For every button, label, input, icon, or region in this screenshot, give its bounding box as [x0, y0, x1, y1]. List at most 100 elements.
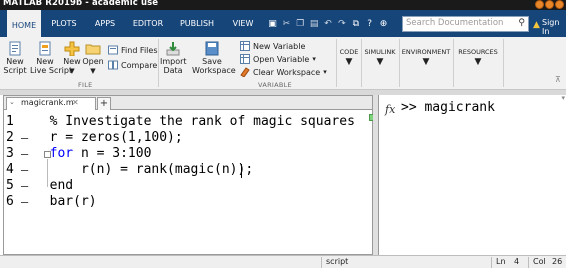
- command-window[interactable]: fx >> magicrank ▾: [378, 94, 566, 255]
- breakpoint-dash[interactable]: –: [21, 147, 28, 161]
- status-col-label: Col: [533, 257, 546, 266]
- toolstrip-tabs: HOME PLOTS APPS EDITOR PUBLISH VIEW ▣ ✂ …: [0, 10, 566, 37]
- function-browser-icon[interactable]: fx: [385, 103, 395, 116]
- folder-icon: [85, 44, 101, 55]
- new-script-icon: [9, 41, 21, 56]
- find-files-button[interactable]: Find Files: [108, 45, 158, 55]
- ribbon: New Script New Live Script New ▼ Open ▼ …: [0, 37, 566, 90]
- search-icon[interactable]: ⚲: [518, 18, 525, 28]
- line-number: 2: [6, 130, 14, 145]
- minimize-button[interactable]: [535, 0, 544, 9]
- new-dropdown-chevron-icon[interactable]: ▼: [69, 67, 74, 75]
- copy-icon[interactable]: ❐: [296, 19, 305, 30]
- save-icon[interactable]: ▣: [268, 19, 277, 30]
- editor-tabs: ⌄ magicrank.m ✕ +: [4, 96, 372, 110]
- code-line: r(n) = rank(magic(n));: [34, 162, 254, 177]
- new-plus-icon: [64, 41, 80, 56]
- import-data-icon: [166, 42, 180, 56]
- save-workspace-button[interactable]: Save Workspace: [192, 41, 236, 75]
- for-range-text: n = 3:100: [73, 146, 152, 161]
- find-files-label: Find Files: [121, 45, 158, 55]
- ribbon-separator: [503, 39, 504, 87]
- resources-section-button[interactable]: RESOURCES ▼: [454, 47, 502, 67]
- import-data-button[interactable]: Import Data: [160, 41, 187, 75]
- collapse-ribbon-icon[interactable]: ⊼: [555, 75, 561, 84]
- quick-access-toolbar: ▣ ✂ ❐ ▤ ↶ ↷ ⧉ ? ⊕: [268, 16, 388, 33]
- compare-icon: [108, 60, 118, 70]
- find-files-icon: [108, 45, 118, 55]
- search-documentation-input[interactable]: Search Documentation ⚲: [402, 16, 529, 32]
- new-variable-icon: [240, 41, 250, 51]
- new-live-script-button[interactable]: New Live Script: [30, 41, 72, 75]
- close-tab-icon[interactable]: ✕: [72, 98, 79, 107]
- clear-workspace-label: Clear Workspace: [253, 67, 321, 77]
- simulink-section-button[interactable]: SIMULINK ▼: [362, 47, 398, 67]
- new-button[interactable]: New ▼: [62, 41, 82, 76]
- redo-icon[interactable]: ↷: [337, 19, 346, 30]
- file-tab-chevron-icon[interactable]: ⌄: [9, 98, 15, 106]
- simulink-chevron-icon[interactable]: ▼: [377, 57, 384, 67]
- new-script-button[interactable]: New Script: [2, 41, 28, 75]
- simulink-label: SIMULINK: [364, 48, 396, 56]
- environment-chevron-icon[interactable]: ▼: [423, 57, 430, 67]
- code-line-end: end: [34, 178, 74, 193]
- open-label: Open: [82, 57, 104, 66]
- open-variable-label: Open Variable: [253, 54, 310, 64]
- clear-workspace-chevron-icon[interactable]: ▾: [323, 68, 327, 76]
- clear-workspace-button[interactable]: Clear Workspace ▾: [240, 67, 327, 77]
- cut-icon[interactable]: ✂: [282, 19, 291, 30]
- code-section-button[interactable]: CODE ▼: [338, 47, 360, 67]
- sign-in-link[interactable]: Sign In: [542, 18, 566, 36]
- file-group-label: FILE: [78, 81, 93, 89]
- tab-view[interactable]: VIEW: [224, 10, 262, 37]
- editor-file-tab[interactable]: ⌄ magicrank.m ✕: [6, 97, 96, 110]
- status-col-value: 26: [552, 257, 563, 266]
- open-button[interactable]: Open ▼: [82, 41, 104, 76]
- switch-windows-icon[interactable]: ⧉: [351, 19, 360, 30]
- tab-plots[interactable]: PLOTS: [44, 10, 84, 37]
- tab-home[interactable]: HOME: [7, 10, 41, 37]
- resources-label: RESOURCES: [458, 48, 498, 56]
- breakpoint-dash[interactable]: –: [21, 195, 28, 209]
- prompt-symbol: >>: [401, 100, 417, 115]
- window-controls: [535, 0, 564, 9]
- new-tab-button[interactable]: +: [97, 97, 111, 110]
- command-text: magicrank: [424, 100, 495, 115]
- open-variable-button[interactable]: Open Variable ▾: [240, 54, 316, 64]
- tab-publish[interactable]: PUBLISH: [172, 10, 222, 37]
- close-button[interactable]: [555, 0, 564, 9]
- resources-chevron-icon[interactable]: ▼: [475, 57, 482, 67]
- breakpoint-dash[interactable]: –: [21, 179, 28, 193]
- notification-bell-icon[interactable]: ▲: [533, 20, 540, 30]
- paste-icon[interactable]: ▤: [310, 19, 319, 30]
- breakpoint-dash[interactable]: –: [21, 131, 28, 145]
- status-mode: script: [326, 257, 349, 266]
- status-line-value: 4: [514, 257, 520, 266]
- maximize-button[interactable]: [545, 0, 554, 9]
- search-placeholder: Search Documentation: [406, 18, 504, 28]
- editor-panel: ⌄ magicrank.m ✕ + 1 2 3 4 5 6 – – – – – …: [3, 95, 376, 255]
- help-icon[interactable]: ?: [365, 19, 374, 30]
- environment-section-button[interactable]: ENVIRONMENT ▼: [400, 47, 452, 67]
- open-dropdown-chevron-icon[interactable]: ▼: [90, 67, 95, 75]
- ribbon-separator: [336, 39, 337, 87]
- line-number: 5: [6, 178, 14, 193]
- status-separator: [321, 257, 322, 268]
- code-area[interactable]: 1 2 3 4 5 6 – – – – – % Investigate the …: [4, 111, 372, 254]
- breakpoint-dash[interactable]: –: [21, 163, 28, 177]
- new-variable-button[interactable]: New Variable: [240, 41, 305, 51]
- open-variable-chevron-icon[interactable]: ▾: [312, 55, 316, 63]
- status-separator: [491, 257, 492, 268]
- keyword-for: for: [34, 146, 74, 161]
- command-prompt-line: >> magicrank: [401, 100, 495, 115]
- code-chevron-icon[interactable]: ▼: [346, 57, 353, 67]
- compare-button[interactable]: Compare: [108, 60, 157, 70]
- variable-group-label: VARIABLE: [258, 81, 292, 89]
- tab-editor[interactable]: EDITOR: [126, 10, 170, 37]
- community-icon[interactable]: ⊕: [379, 19, 388, 30]
- tab-apps[interactable]: APPS: [86, 10, 124, 37]
- clear-workspace-icon: [240, 67, 250, 77]
- command-window-menu-icon[interactable]: ▾: [561, 94, 565, 102]
- undo-icon[interactable]: ↶: [324, 19, 333, 30]
- line-number: 3: [6, 146, 14, 161]
